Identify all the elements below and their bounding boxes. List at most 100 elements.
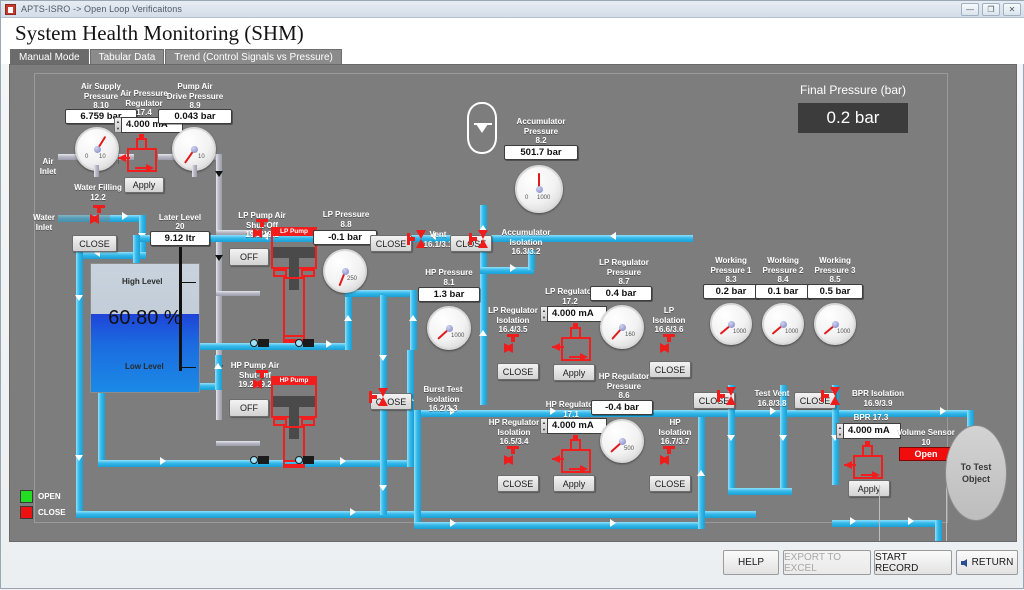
valve-stem (511, 336, 515, 342)
lp-regulator-pressure-value: 0.4 bar (590, 286, 652, 301)
gauge-scale-max: 1000 (837, 329, 851, 335)
air-branch-hp (216, 441, 260, 446)
legend-open-label: OPEN (38, 492, 61, 501)
working-pressure-3-label: Working Pressure 3 (814, 256, 856, 275)
burst-test-column (380, 295, 387, 465)
lp-pump-air-shutoff-off-button[interactable]: OFF (229, 248, 269, 266)
hp-isolation-close-button[interactable]: CLOSE (649, 475, 691, 492)
minimize-button[interactable]: — (961, 3, 979, 16)
spinner-arrows[interactable]: ▲ ▼ (540, 306, 547, 322)
accumulator-level-icon (476, 124, 488, 133)
page-title: System Health Monitoring (SHM) (15, 20, 304, 45)
spinner-down-icon: ▼ (542, 426, 546, 432)
return-button[interactable]: RETURN (956, 550, 1018, 575)
tank-percent-value: 60.80 % (108, 307, 182, 329)
gauge-scale-max: 1000 (785, 329, 799, 335)
spinner-up-icon: ▲ (838, 424, 842, 430)
tank-high-level-label: High Level (122, 277, 196, 286)
flow-arrow (779, 435, 787, 441)
flow-arrow (610, 232, 616, 240)
valve-stem (511, 448, 515, 454)
hp-regulator-isolation-valve[interactable] (504, 446, 522, 467)
hp-flow-meter-in (250, 454, 270, 466)
water-filling-valve[interactable] (90, 205, 108, 226)
flow-arrow (326, 340, 332, 348)
hp-pump-label: HP Pump (279, 377, 309, 384)
hp-pump-air-shutoff-valve[interactable] (253, 370, 271, 391)
valve-stem (97, 207, 101, 213)
tab-manual-mode[interactable]: Manual Mode (10, 49, 89, 64)
spinner-arrows[interactable]: ▲ ▼ (836, 423, 843, 439)
close-button[interactable]: ✕ (1003, 3, 1021, 16)
low-level-text: Low Level (125, 362, 164, 371)
lp-pump-air-shutoff-valve[interactable] (253, 219, 271, 240)
vent-left-close-button[interactable]: CLOSE (370, 235, 412, 252)
hp-isolation-valve[interactable] (660, 446, 678, 467)
tab-trend[interactable]: Trend (Control Signals vs Pressure) (165, 49, 342, 64)
flow-arrow (727, 435, 735, 441)
spinner-arrows[interactable]: ▲ ▼ (540, 418, 547, 434)
hp-regulator-value[interactable]: 4.000 mA (547, 418, 607, 434)
regulator-arrow-left-bar (118, 157, 130, 159)
export-to-excel-button[interactable]: EXPORT TO EXCEL (783, 550, 871, 575)
lp-regulator-isolation-valve[interactable] (504, 334, 522, 355)
help-button[interactable]: HELP (723, 550, 779, 575)
valve-top (478, 230, 488, 239)
hp-flow-meter-out (295, 454, 315, 466)
to-test-object: To Test Object (945, 425, 1007, 521)
gauge-hub (535, 185, 543, 193)
hp-regulator-input[interactable]: ▲ ▼ 4.000 mA (540, 418, 607, 434)
hp-pressure-value: 1.3 bar (418, 287, 480, 302)
valve-bottom (478, 239, 488, 248)
test-vent-valve[interactable] (717, 387, 738, 405)
gauge-stem (192, 165, 197, 177)
test-object-feed (896, 410, 974, 417)
lp-isolation-valve[interactable] (660, 334, 678, 355)
hp-regulator-pressure-value: -0.4 bar (591, 400, 653, 415)
spinner-down-icon: ▼ (838, 431, 842, 437)
tab-tabular-data[interactable]: Tabular Data (89, 49, 165, 64)
hp-regulator-apply-button[interactable]: Apply (553, 475, 595, 492)
valve-stem (719, 394, 725, 398)
hp-pump-air-shutoff-off-button[interactable]: OFF (229, 399, 269, 417)
test-vent-line (728, 488, 792, 495)
flow-arrow (350, 508, 356, 516)
maximize-button[interactable]: ❐ (982, 3, 1000, 16)
working-pressure-1-gauge: 1000 (710, 303, 752, 345)
lp-regulator-value[interactable]: 4.000 mA (547, 306, 607, 322)
lp-regulator-input[interactable]: ▲ ▼ 4.000 mA (540, 306, 607, 322)
lp-pressure-tag: 8.8 (340, 220, 352, 229)
lp-regulator-isolation-close-button[interactable]: CLOSE (497, 363, 539, 380)
lp-pressure-gauge: 250 (323, 249, 367, 293)
flow-arrow (850, 517, 856, 525)
accumulator-isolation-tag: 16.3/3.2 (511, 247, 541, 256)
tank-low-level-label: Low Level (125, 362, 196, 371)
valve-bottom (726, 396, 736, 405)
flow-arrow (340, 457, 346, 465)
bpr-isolation-valve[interactable] (821, 387, 842, 405)
hp-rail (414, 522, 704, 529)
working-pressure-1-value: 0.2 bar (703, 284, 759, 299)
lp-pressure-value: -0.1 bar (313, 230, 377, 245)
flow-arrow (409, 315, 417, 321)
gauge-hub (831, 320, 839, 328)
burst-test-isolation-valve[interactable] (369, 388, 390, 406)
start-record-button[interactable]: START RECORD (874, 550, 952, 575)
valve-right (504, 455, 513, 465)
water-filling-close-button[interactable]: CLOSE (72, 235, 117, 252)
spinner-arrows[interactable]: ▲ ▼ (114, 117, 121, 133)
water-filling-tag: 12.2 (90, 193, 106, 202)
tab-strip: Manual Mode Tabular Data Trend (Control … (1, 48, 1024, 64)
valve-right (90, 214, 99, 224)
regulator-arrow-right-bar (569, 356, 583, 358)
hp-regulator-isolation-close-button[interactable]: CLOSE (497, 475, 539, 492)
legend: OPEN CLOSE (20, 490, 90, 522)
pump-air-drive-pressure-label: Pump Air Drive Pressure (166, 82, 224, 101)
gauge-hub (93, 145, 101, 153)
hp-pressure-label: HP Pressure (425, 268, 473, 277)
valve-bottom (378, 397, 388, 406)
gauge-scale-max: 1000 (451, 333, 465, 339)
gauge-hub (190, 145, 198, 153)
hp-regulator-pressure-label: HP Regulator Pressure (598, 372, 650, 391)
accumulator-isolation-valve[interactable] (469, 230, 490, 248)
